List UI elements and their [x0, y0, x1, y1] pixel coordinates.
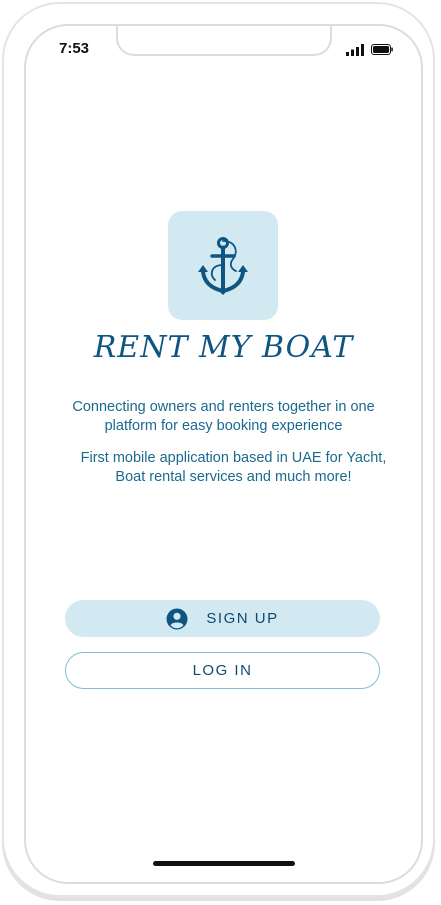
device-frame: 7:53 RENT MY BOAT Connecting owners and …	[2, 2, 435, 897]
app-screen: 7:53 RENT MY BOAT Connecting owners and …	[24, 24, 423, 884]
log-in-label: LOG IN	[192, 662, 253, 679]
battery-icon	[371, 44, 393, 55]
anchor-icon	[198, 236, 248, 295]
tagline-secondary: First mobile application based in UAE fo…	[80, 450, 387, 485]
home-indicator[interactable]	[153, 861, 295, 866]
log-in-button[interactable]: LOG IN	[65, 652, 380, 689]
cellular-signal-icon	[346, 44, 364, 56]
app-logo	[168, 211, 278, 320]
status-time: 7:53	[59, 40, 90, 57]
device-notch	[116, 26, 332, 56]
brand-title: RENT MY BOAT	[93, 330, 354, 365]
sign-up-label: SIGN UP	[206, 610, 279, 627]
sign-up-button[interactable]: SIGN UP	[65, 600, 380, 637]
account-circle-icon	[166, 608, 188, 629]
tagline-primary: Connecting owners and renters together i…	[72, 399, 375, 434]
